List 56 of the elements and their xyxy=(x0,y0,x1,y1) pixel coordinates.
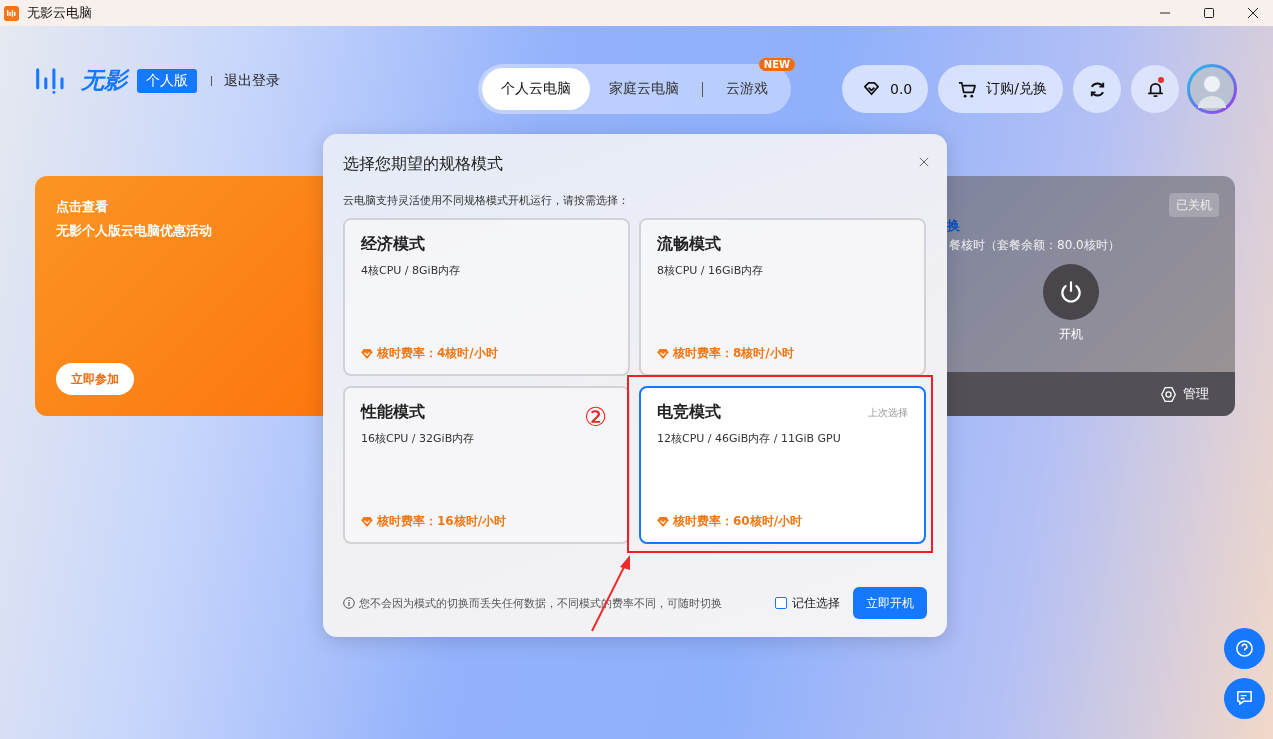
power-label: 开机 xyxy=(1059,326,1083,343)
status-badge: 已关机 xyxy=(1169,193,1219,217)
diamond-icon xyxy=(657,348,669,359)
tab[interactable]: 家庭云电脑 xyxy=(590,68,698,110)
dialog-title: 选择您期望的规格模式 xyxy=(343,154,503,175)
mode-name: 电竞模式 xyxy=(657,402,721,423)
feedback-button[interactable] xyxy=(1224,678,1265,719)
mode-spec: 12核CPU / 46GiB内存 / 11GiB GPU xyxy=(657,431,842,446)
start-button[interactable]: 立即开机 xyxy=(853,587,927,619)
diamond-icon xyxy=(361,348,373,359)
edition-badge: 个人版 xyxy=(137,68,197,93)
tab[interactable]: 个人云电脑 xyxy=(482,68,590,110)
rate-text: 核时费率：8核时/小时 xyxy=(673,345,794,362)
question-icon xyxy=(1235,639,1254,658)
maximize-icon[interactable] xyxy=(1203,7,1215,19)
info-icon xyxy=(343,597,355,609)
mode-name: 经济模式 xyxy=(361,234,425,255)
window-title: 无影云电脑 xyxy=(27,4,92,22)
power-icon xyxy=(1058,279,1084,305)
mode-spec: 4核CPU / 8GiB内存 xyxy=(361,263,462,278)
step-number: ② xyxy=(584,404,608,430)
cart-icon xyxy=(958,79,978,99)
help-button[interactable] xyxy=(1224,628,1265,669)
settings-icon xyxy=(1160,385,1177,403)
refresh-button[interactable] xyxy=(1073,65,1121,113)
diamond-icon xyxy=(657,516,669,527)
balance-info: 餐核时（套餐余额：80.0核时） xyxy=(949,237,1120,254)
notification-button[interactable] xyxy=(1131,65,1179,113)
avatar[interactable] xyxy=(1187,64,1237,114)
close-icon[interactable] xyxy=(1247,7,1259,19)
mode-name: 流畅模式 xyxy=(657,234,721,255)
mode-card[interactable]: 电竞模式 上次选择 12核CPU / 46GiB内存 / 11GiB GPU 核时费率：60核时/小时 xyxy=(639,386,926,544)
promo-subtitle: 无影个人版云电脑优惠活动 xyxy=(56,222,212,240)
dialog-subtitle: 云电脑支持灵活使用不同规格模式开机运行，请按需选择： xyxy=(343,193,630,208)
rate-text: 核时费率：16核时/小时 xyxy=(377,513,507,530)
mode-card[interactable]: 经济模式 4核CPU / 8GiB内存 核时费率：4核时/小时 xyxy=(343,218,630,376)
app-icon xyxy=(4,5,19,21)
remember-checkbox[interactable] xyxy=(775,597,787,609)
promo-title: 点击查看 xyxy=(56,198,108,216)
power-button[interactable] xyxy=(1043,264,1099,320)
new-badge: NEW xyxy=(758,58,795,71)
diamond-icon xyxy=(361,516,373,527)
tab[interactable]: 云游戏 xyxy=(707,68,787,110)
last-choice-note: 上次选择 xyxy=(868,405,908,420)
mode-spec: 8核CPU / 16GiB内存 xyxy=(657,263,765,278)
balance-button[interactable]: 0.0 xyxy=(842,65,929,113)
rate-text: 核时费率：4核时/小时 xyxy=(377,345,498,362)
feedback-icon xyxy=(1235,689,1254,708)
mode-spec: 16核CPU / 32GiB内存 xyxy=(361,431,476,446)
logout-link[interactable]: 退出登录 xyxy=(224,71,280,90)
shop-button[interactable]: 订购/兑换 xyxy=(938,65,1063,113)
remember-label: 记住选择 xyxy=(792,594,840,612)
mode-card[interactable]: 流畅模式 8核CPU / 16GiB内存 核时费率：8核时/小时 xyxy=(639,218,926,376)
manage-button[interactable]: 管理 xyxy=(1160,385,1209,403)
mode-name: 性能模式 xyxy=(361,402,425,423)
rate-text: 核时费率：60核时/小时 xyxy=(673,513,803,530)
